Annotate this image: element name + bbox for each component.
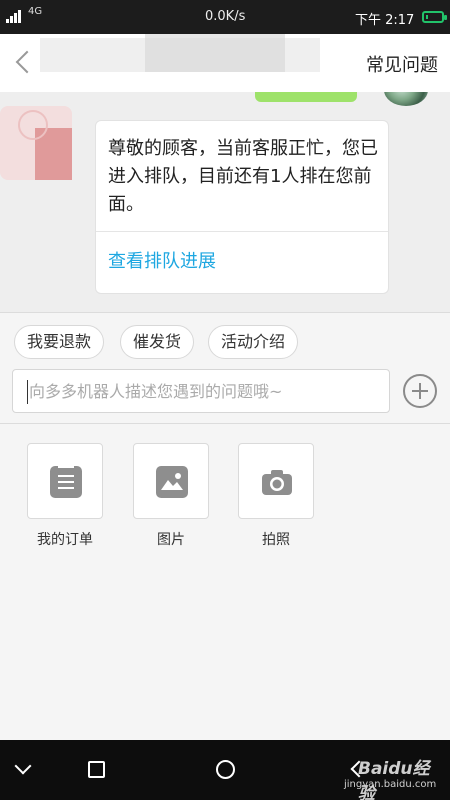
- queue-message-text: 尊敬的顾客，当前客服正忙，您已进入排队，目前还有1人排在您前面。: [108, 138, 378, 215]
- status-bar: 4G 0.0K/s 下午 2:17: [0, 0, 450, 34]
- message-input[interactable]: [29, 370, 384, 412]
- my-orders-button[interactable]: 我的订单: [27, 443, 103, 549]
- watermark-site: jingyan.baidu.com: [344, 779, 437, 790]
- back-button[interactable]: [8, 48, 38, 78]
- check-queue-link[interactable]: 查看排队进展: [108, 247, 216, 273]
- previous-message-bubble: [255, 92, 357, 102]
- baidu-watermark: Baidu经验 jingyan.baidu.com: [344, 754, 440, 800]
- tool-label-image: 图片: [157, 532, 185, 548]
- system-nav-bar: Baidu经验 jingyan.baidu.com: [0, 740, 450, 800]
- input-panel: 我要退款 催发货 活动介绍 我的订单 图片: [0, 312, 450, 740]
- home-icon[interactable]: [216, 760, 235, 779]
- quick-reply-promotions[interactable]: 活动介绍: [208, 325, 299, 359]
- queue-message-card: 尊敬的顾客，当前客服正忙，您已进入排队，目前还有1人排在您前面。 查看排队进展: [95, 120, 389, 294]
- signal-icon: [6, 10, 22, 23]
- camera-button[interactable]: 拍照: [238, 443, 314, 549]
- tool-label-camera: 拍照: [262, 532, 290, 548]
- clock: 下午 2:17: [355, 13, 415, 28]
- order-icon: [50, 466, 82, 498]
- divider: [0, 423, 450, 424]
- tool-label-orders: 我的订单: [37, 532, 93, 548]
- quick-reply-refund[interactable]: 我要退款: [14, 325, 105, 359]
- image-button[interactable]: 图片: [133, 443, 209, 549]
- divider: [96, 231, 388, 232]
- recent-apps-icon[interactable]: [88, 761, 105, 778]
- quick-reply-urge-shipping[interactable]: 催发货: [120, 325, 195, 359]
- network-speed: 0.0K/s: [205, 9, 246, 24]
- message-input-box[interactable]: [12, 369, 390, 413]
- network-type: 4G: [28, 6, 43, 17]
- blurred-title-overlay: [145, 34, 285, 72]
- chat-area: 尊敬的顾客，当前客服正忙，您已进入排队，目前还有1人排在您前面。 查看排队进展: [0, 92, 450, 312]
- more-options-button[interactable]: [403, 374, 437, 408]
- battery-icon: [422, 11, 447, 23]
- app-header: 常见问题: [0, 34, 450, 92]
- faq-button[interactable]: 常见问题: [366, 51, 438, 77]
- camera-icon: [261, 466, 293, 498]
- watermark-logo: Baidu经验: [358, 759, 430, 800]
- image-icon: [156, 466, 188, 498]
- user-avatar: [384, 92, 428, 106]
- hide-keyboard-icon[interactable]: [14, 762, 32, 780]
- text-cursor: [27, 380, 28, 404]
- agent-avatar: [0, 106, 72, 180]
